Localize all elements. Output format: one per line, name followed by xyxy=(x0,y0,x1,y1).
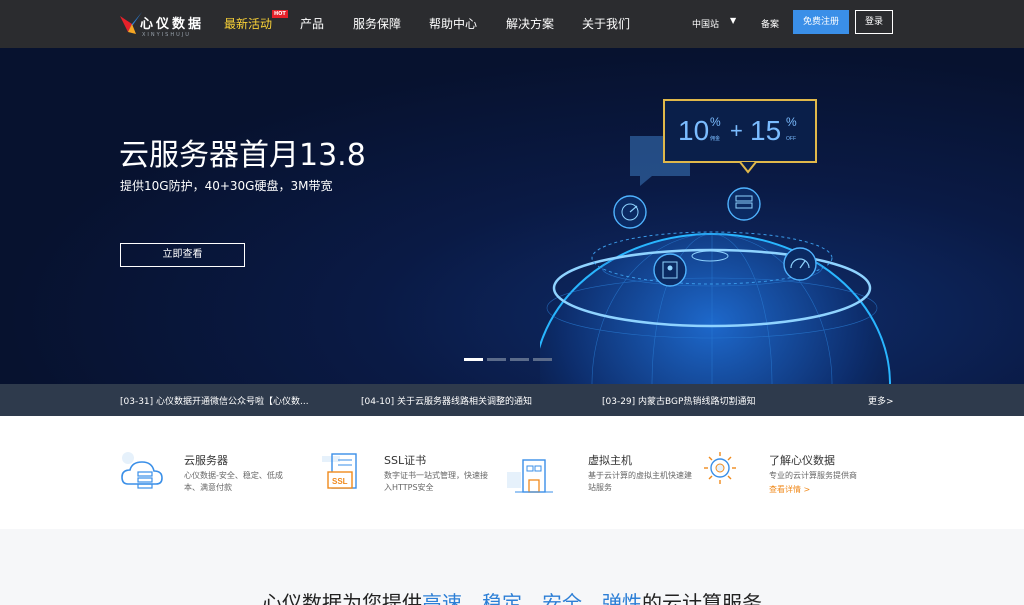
carousel-dot[interactable] xyxy=(487,358,506,361)
promo-box: 10 % 佣金 + 15 % OFF xyxy=(663,99,817,174)
feature-title: SSL证书 xyxy=(384,454,427,467)
features-section: 云服务器 心仪数据-安全、稳定、低成本、满意付款 SSL SSL证书 数字证书一… xyxy=(0,416,1024,529)
radar-icon xyxy=(613,195,647,229)
news-item[interactable]: [04-10] 关于云服务器线路相关调整的通知 xyxy=(361,394,532,407)
feature-desc: 基于云计算的虚拟主机快速建站服务 xyxy=(588,471,692,492)
news-item[interactable]: [03-29] 内蒙古BGP热销线路切割通知 xyxy=(602,394,755,407)
cloud-server-icon xyxy=(121,452,163,489)
feature-desc: 心仪数据-安全、稳定、低成本、满意付款 xyxy=(184,471,283,492)
promo-pct-b: % xyxy=(786,115,797,129)
promo-value-b: 15 xyxy=(750,115,781,146)
register-button[interactable]: 免费注册 xyxy=(793,10,849,34)
nav-item-solutions[interactable]: 解决方案 xyxy=(506,15,554,32)
beian-link[interactable]: 备案 xyxy=(761,17,779,30)
gauge-icon xyxy=(783,247,817,281)
user-doc-icon xyxy=(653,253,687,287)
nav-item-label: 最新活动 xyxy=(224,17,273,31)
top-header: 心仪数据 XINYISHUJU 最新活动 HOT 产品 服务保障 帮助中心 解决… xyxy=(0,0,1024,48)
heading-suffix: 的云计算服务 xyxy=(642,591,762,605)
heading-word: 弹性 xyxy=(602,591,642,605)
ssl-certificate-icon: SSL xyxy=(322,453,357,489)
server-node-icon xyxy=(727,187,761,221)
carousel-dot[interactable] xyxy=(464,358,483,361)
feature-title: 虚拟主机 xyxy=(588,454,632,467)
news-item[interactable]: [03-31] 心仪数据开通微信公众号啦【心仪数... xyxy=(120,394,309,407)
feature-desc: 专业的云计算服务提供商 xyxy=(769,471,857,480)
promo-plus: + xyxy=(730,118,743,143)
promo-value-a: 10 xyxy=(678,115,709,146)
news-more-link[interactable]: 更多> xyxy=(868,394,894,407)
region-selector[interactable]: 中国站 xyxy=(692,17,719,30)
heading-word: 安全 xyxy=(542,591,582,605)
carousel-dot[interactable] xyxy=(510,358,529,361)
hero-title: 云服务器首月13.8 xyxy=(119,138,366,173)
feature-title: 云服务器 xyxy=(184,454,228,467)
nav-item-service-guarantee[interactable]: 服务保障 xyxy=(353,15,401,32)
caret-down-icon[interactable]: ▼ xyxy=(730,16,736,25)
promo-pct-a: % xyxy=(710,115,721,129)
about-sun-icon xyxy=(704,452,736,484)
section-heading: 心仪数据为您提供高速、稳定、安全、弹性的云计算服务 xyxy=(0,587,1024,605)
logo-text: 心仪数据 xyxy=(140,17,205,32)
nav-item-about-us[interactable]: 关于我们 xyxy=(582,15,630,32)
hot-badge: HOT xyxy=(272,10,288,18)
logo[interactable]: 心仪数据 XINYISHUJU xyxy=(118,8,201,40)
hero-banner: 云服务器首月13.8 提供10G防护，40+30G硬盘，3M带宽 立即查看 10… xyxy=(0,48,1024,384)
nav-item-help-center[interactable]: 帮助中心 xyxy=(429,15,477,32)
globe-illustration: 10 % 佣金 + 15 % OFF xyxy=(540,99,891,384)
promo-small-a: 佣金 xyxy=(710,135,720,142)
heading-word: 高速 xyxy=(422,591,462,605)
feature-desc: 数字证书一站式管理，快速接入HTTPS安全 xyxy=(384,471,488,492)
view-details-link[interactable]: 查看详情 > xyxy=(769,484,810,495)
logo-subtext: XINYISHUJU xyxy=(142,32,191,38)
nav-item-products[interactable]: 产品 xyxy=(300,15,324,32)
login-button[interactable]: 登录 xyxy=(855,10,893,34)
virtual-host-icon xyxy=(507,459,553,493)
news-bar: [03-31] 心仪数据开通微信公众号啦【心仪数... [04-10] 关于云服… xyxy=(0,384,1024,416)
feature-title: 了解心仪数据 xyxy=(769,454,835,467)
heading-prefix: 心仪数据为您提供 xyxy=(262,591,422,605)
nav-item-latest-activity[interactable]: 最新活动 HOT xyxy=(224,10,288,32)
ssl-icon-label: SSL xyxy=(332,477,348,486)
hero-subtitle: 提供10G防护，40+30G硬盘，3M带宽 xyxy=(120,179,333,193)
promo-small-b: OFF xyxy=(786,136,796,142)
bottom-section: 心仪数据为您提供高速、稳定、安全、弹性的云计算服务 xyxy=(0,529,1024,605)
heading-word: 稳定 xyxy=(482,591,522,605)
view-now-button[interactable]: 立即查看 xyxy=(120,243,245,267)
carousel-dot[interactable] xyxy=(533,358,552,361)
